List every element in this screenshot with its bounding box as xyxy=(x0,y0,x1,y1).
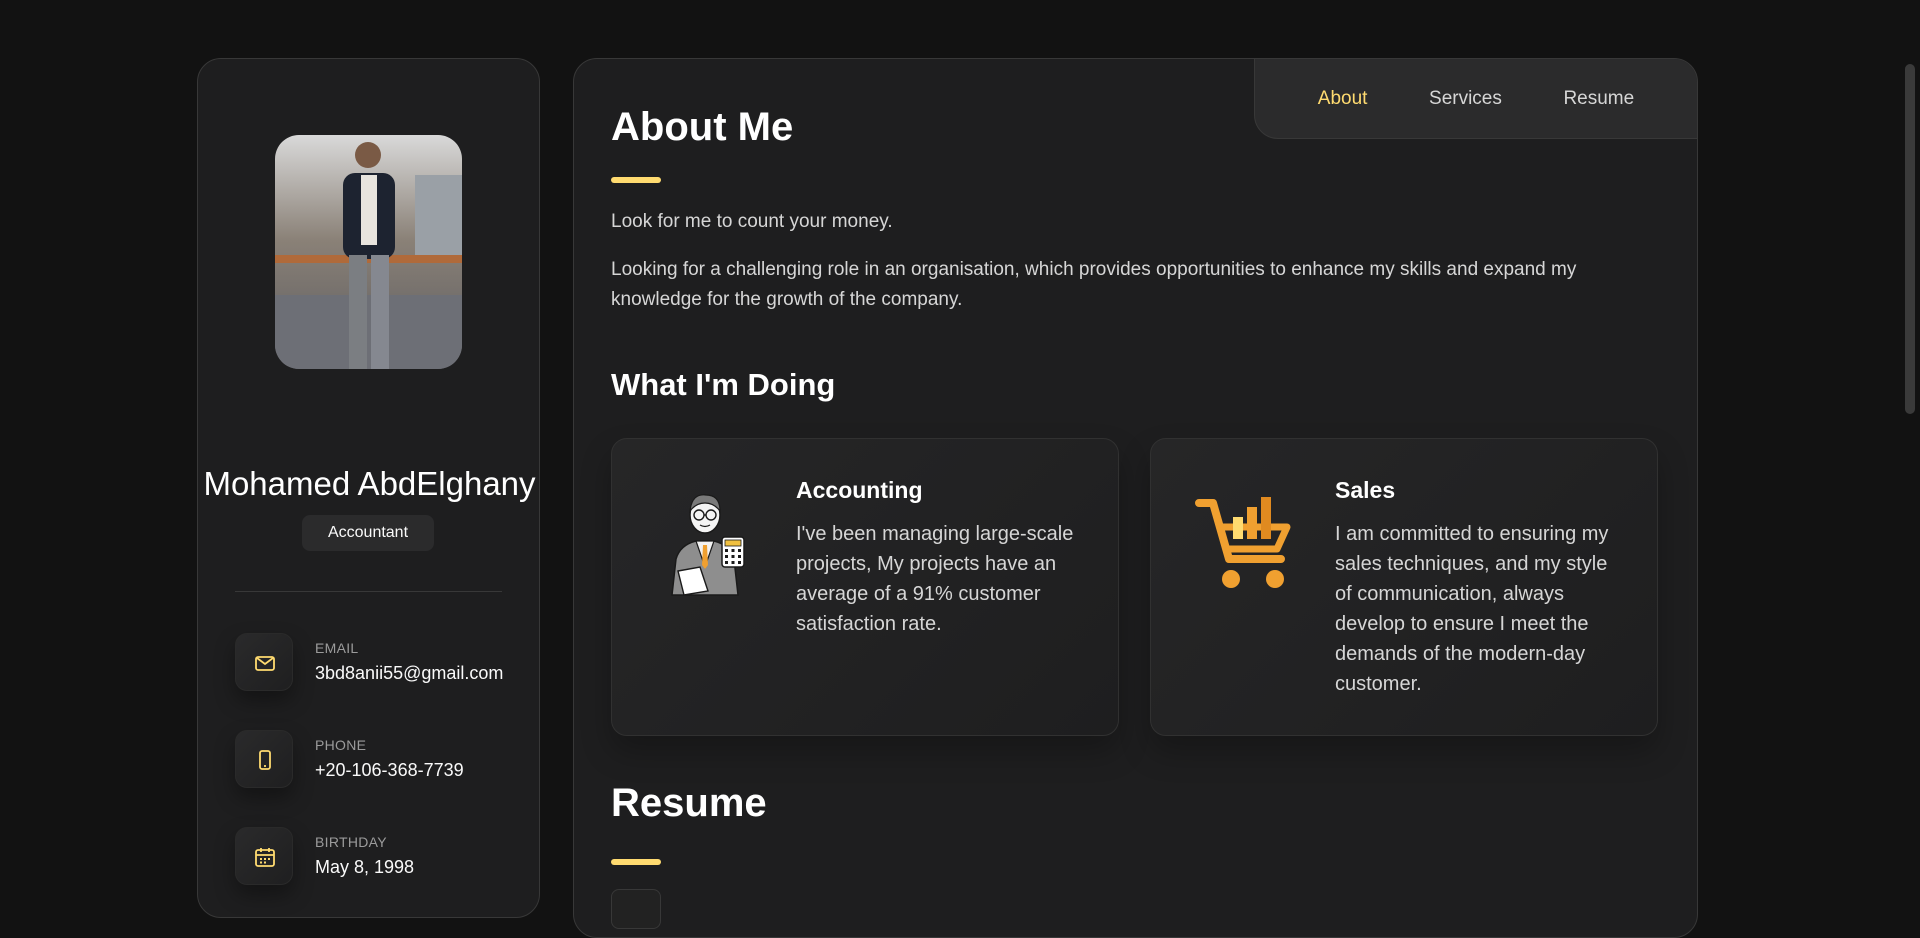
profile-name: Mohamed AbdElghany xyxy=(203,465,536,502)
page-scrollbar[interactable] xyxy=(1900,0,1920,895)
phone-icon xyxy=(235,730,293,788)
avatar xyxy=(275,135,462,369)
service-text-accounting: I've been managing large-scale projects,… xyxy=(796,523,1074,635)
mail-icon xyxy=(235,633,293,691)
contact-phone: PHONE +20-106-368-7739 xyxy=(235,730,505,790)
service-title-accounting: Accounting xyxy=(796,477,923,503)
nav-link-services[interactable]: Services xyxy=(1429,88,1502,110)
navbar: About Services Resume xyxy=(1254,59,1697,139)
contact-birthday: BIRTHDAY May 8, 1998 xyxy=(235,827,505,887)
resume-heading-underline xyxy=(611,859,661,865)
nav-link-resume[interactable]: Resume xyxy=(1563,88,1634,110)
resume-heading: Resume xyxy=(611,781,767,825)
about-description: Looking for a challenging role in an org… xyxy=(611,259,1577,310)
profile-sidebar: Mohamed AbdElghany Accountant EMAIL 3bd8… xyxy=(197,58,540,918)
shopping-cart-chart-icon xyxy=(1195,497,1291,588)
email-label: EMAIL xyxy=(315,640,359,656)
contact-email: EMAIL 3bd8anii55@gmail.com xyxy=(235,633,505,693)
main-panel: About Services Resume About Me Look for … xyxy=(573,58,1698,938)
phone-label: PHONE xyxy=(315,737,367,753)
doing-heading: What I'm Doing xyxy=(611,367,836,402)
service-card-accounting: Accounting I've been managing large-scal… xyxy=(611,438,1119,736)
service-text-sales: I am committed to ensuring my sales tech… xyxy=(1335,523,1609,695)
birthday-label: BIRTHDAY xyxy=(315,834,387,850)
accountant-illustration-icon xyxy=(671,494,745,596)
service-card-sales: Sales I am committed to ensuring my sale… xyxy=(1150,438,1658,736)
birthday-value: May 8, 1998 xyxy=(315,857,415,877)
profile-title-badge: Accountant xyxy=(302,515,434,551)
scrollbar-thumb[interactable] xyxy=(1905,64,1915,414)
about-heading-underline xyxy=(611,177,661,183)
calendar-icon xyxy=(235,827,293,885)
sidebar-divider xyxy=(235,591,502,592)
phone-link[interactable]: +20-106-368-7739 xyxy=(315,760,505,781)
email-link[interactable]: 3bd8anii55@gmail.com xyxy=(315,663,505,684)
nav-link-about[interactable]: About xyxy=(1318,88,1368,110)
about-tagline: Look for me to count your money. xyxy=(611,211,893,232)
about-heading: About Me xyxy=(611,105,794,149)
service-title-sales: Sales xyxy=(1335,477,1396,503)
avatar-photo xyxy=(275,135,462,369)
resume-timeline-icon xyxy=(611,889,661,929)
